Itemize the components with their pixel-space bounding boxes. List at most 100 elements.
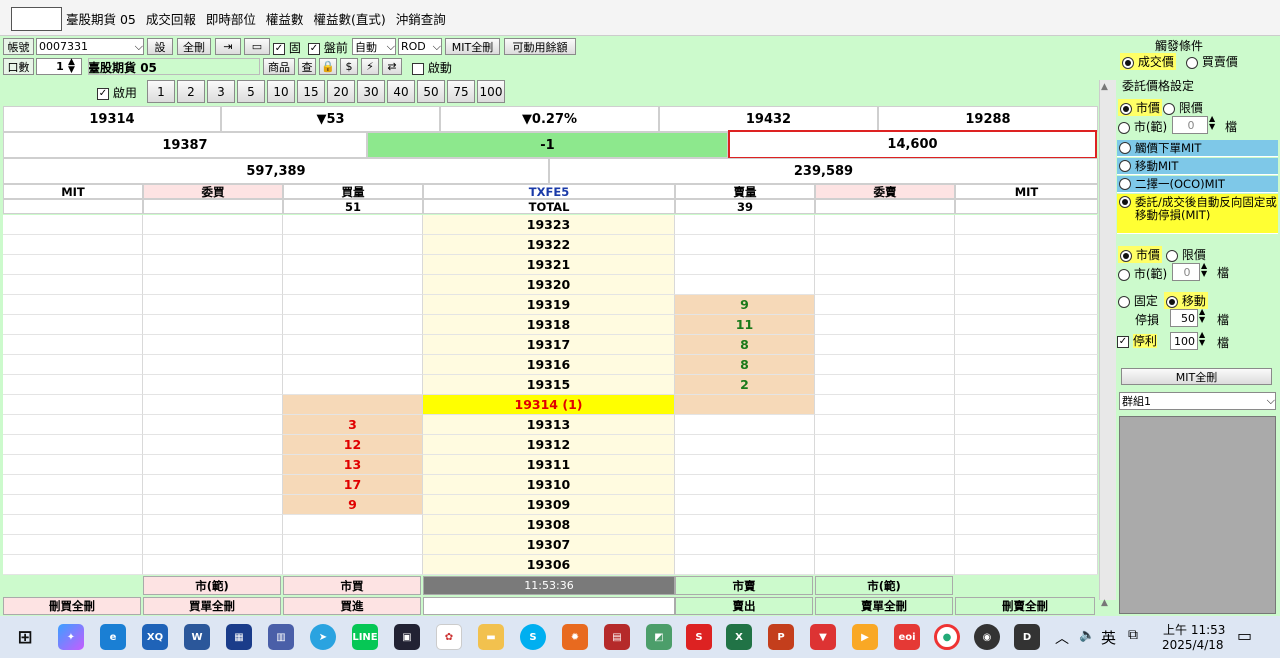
price2-market-radio[interactable] bbox=[1120, 249, 1132, 262]
ladder-scrollbar[interactable] bbox=[1099, 80, 1116, 600]
mit-trigger-option[interactable]: 觸價下單MIT bbox=[1117, 140, 1278, 157]
ladder-mit-sell-cell[interactable] bbox=[955, 215, 1098, 235]
trigger-last-price[interactable]: 成交價 bbox=[1120, 53, 1176, 70]
range-stepper-icon[interactable]: ▲ ▼ bbox=[1209, 115, 1215, 131]
scroll-up-icon[interactable]: ▲ bbox=[1101, 82, 1108, 92]
ladder-ask-order-cell[interactable] bbox=[815, 495, 955, 515]
ladder-bid-qty-cell[interactable]: 12 bbox=[283, 435, 423, 455]
menu-item[interactable]: 臺股期貨 05 bbox=[66, 9, 136, 28]
windows-start-icon[interactable]: ⊞ bbox=[12, 624, 38, 650]
pdf-icon[interactable]: ▼ bbox=[810, 624, 836, 650]
range2-stepper-icon[interactable]: ▲ ▼ bbox=[1201, 262, 1207, 278]
ladder-bid-qty-cell[interactable]: 13 bbox=[283, 455, 423, 475]
price2-market[interactable]: 市價 bbox=[1118, 246, 1162, 263]
ladder-ask-order-cell[interactable] bbox=[815, 255, 955, 275]
copilot-icon[interactable]: ✦ bbox=[58, 624, 84, 650]
tray-chevron-icon[interactable]: ︿ bbox=[1055, 628, 1069, 648]
trigger-bidask[interactable]: 買賣價 bbox=[1186, 53, 1238, 70]
ladder-bid-qty-cell[interactable] bbox=[283, 395, 423, 415]
trigger-last-price-radio[interactable] bbox=[1122, 56, 1134, 69]
ladder-mit-sell-cell[interactable] bbox=[955, 555, 1098, 575]
price-market-radio[interactable] bbox=[1120, 102, 1132, 115]
quick-lot-button[interactable]: 3 bbox=[207, 80, 235, 103]
flower-app-icon[interactable]: ✿ bbox=[436, 624, 462, 650]
take-profit-input[interactable]: 100 bbox=[1170, 332, 1198, 350]
obs-icon[interactable]: ◉ bbox=[974, 624, 1000, 650]
ladder-bid-qty-cell[interactable]: 9 bbox=[283, 495, 423, 515]
ladder-bid-order-cell[interactable] bbox=[143, 455, 283, 475]
price-limit-radio[interactable] bbox=[1163, 102, 1175, 115]
app-grid-icon[interactable]: ▦ bbox=[226, 624, 252, 650]
stop-fixed[interactable]: 固定 bbox=[1118, 292, 1158, 309]
menu-item[interactable]: 沖銷查詢 bbox=[396, 9, 446, 28]
stop-loss-input[interactable]: 50 bbox=[1170, 309, 1198, 327]
mit-oco-radio[interactable] bbox=[1119, 178, 1131, 190]
stop-fixed-radio[interactable] bbox=[1118, 295, 1130, 308]
broker-app-icon[interactable]: S bbox=[686, 624, 712, 650]
dollar-button[interactable]: $ bbox=[340, 58, 358, 75]
chrome-icon[interactable]: ● bbox=[934, 624, 960, 650]
ladder-mit-sell-cell[interactable] bbox=[955, 475, 1098, 495]
building-icon[interactable]: ▥ bbox=[268, 624, 294, 650]
ladder-mit-buy-cell[interactable] bbox=[3, 375, 143, 395]
available-margin-button[interactable]: 可動用餘額 bbox=[504, 38, 576, 55]
price-limit[interactable]: 限價 bbox=[1163, 99, 1203, 116]
start-toggle[interactable]: 啟動 bbox=[412, 59, 452, 76]
ladder-bid-qty-cell[interactable] bbox=[283, 355, 423, 375]
ladder-mit-buy-cell[interactable] bbox=[3, 275, 143, 295]
ladder-ask-qty-cell[interactable]: 8 bbox=[675, 355, 815, 375]
file-explorer-icon[interactable]: ▬ bbox=[478, 624, 504, 650]
ladder-bid-order-cell[interactable] bbox=[143, 555, 283, 575]
ladder-ask-order-cell[interactable] bbox=[815, 295, 955, 315]
take-profit-toggle[interactable]: ✓ 停利 bbox=[1117, 332, 1157, 349]
take-profit-stepper-icon[interactable]: ▲ ▼ bbox=[1199, 331, 1205, 347]
quick-lot-button[interactable]: 2 bbox=[177, 80, 205, 103]
lock-icon[interactable]: 🔒 bbox=[319, 58, 337, 75]
ladder-ask-qty-cell[interactable]: 2 bbox=[675, 375, 815, 395]
preopen-checkbox[interactable]: ✓ bbox=[308, 42, 320, 55]
ladder-bid-order-cell[interactable] bbox=[143, 295, 283, 315]
ladder-mit-buy-cell[interactable] bbox=[3, 455, 143, 475]
ladder-ask-qty-cell[interactable] bbox=[675, 495, 815, 515]
quick-lot-button[interactable]: 20 bbox=[327, 80, 355, 103]
rod-select[interactable]: ROD ⌵ bbox=[398, 38, 442, 55]
ladder-bid-qty-cell[interactable] bbox=[283, 275, 423, 295]
price2-range-radio[interactable] bbox=[1118, 268, 1130, 281]
ladder-mit-sell-cell[interactable] bbox=[955, 315, 1098, 335]
ladder-bid-qty-cell[interactable] bbox=[283, 215, 423, 235]
fixed-toggle[interactable]: ✓ 固 bbox=[273, 39, 301, 56]
group-select[interactable]: 群組1 ⌵ bbox=[1119, 392, 1276, 410]
ladder-bid-order-cell[interactable] bbox=[143, 275, 283, 295]
ladder-ask-order-cell[interactable] bbox=[815, 275, 955, 295]
speaker-icon[interactable]: 🔈 bbox=[1079, 628, 1095, 643]
swap-icon[interactable]: ⇄ bbox=[382, 58, 402, 75]
trading-app-icon[interactable]: ◩ bbox=[646, 624, 672, 650]
account-select[interactable]: 0007331 ⌵ bbox=[36, 38, 144, 55]
ladder-mit-buy-cell[interactable] bbox=[3, 515, 143, 535]
range-input[interactable]: 0 bbox=[1172, 116, 1208, 134]
ladder-mit-buy-cell[interactable] bbox=[3, 435, 143, 455]
lightning-icon[interactable]: ⚡ bbox=[361, 58, 379, 75]
ladder-bid-qty-cell[interactable] bbox=[283, 515, 423, 535]
ladder-bid-order-cell[interactable] bbox=[143, 475, 283, 495]
ladder-mit-sell-cell[interactable] bbox=[955, 515, 1098, 535]
ladder-ask-qty-cell[interactable] bbox=[675, 475, 815, 495]
ladder-bid-qty-cell[interactable]: 3 bbox=[283, 415, 423, 435]
mit-oco-option[interactable]: 二擇一(OCO)MIT bbox=[1117, 176, 1278, 193]
take-profit-checkbox[interactable]: ✓ bbox=[1117, 335, 1129, 348]
ladder-ask-qty-cell[interactable] bbox=[675, 555, 815, 575]
ladder-ask-qty-cell[interactable] bbox=[675, 215, 815, 235]
ladder-mit-buy-cell[interactable] bbox=[3, 535, 143, 555]
window-icon[interactable]: ▭ bbox=[244, 38, 270, 55]
lots-stepper-icon[interactable]: ▲ ▼ bbox=[68, 58, 75, 75]
ladder-ask-order-cell[interactable] bbox=[815, 535, 955, 555]
ladder-bid-order-cell[interactable] bbox=[143, 415, 283, 435]
ladder-ask-order-cell[interactable] bbox=[815, 335, 955, 355]
sell-range-market-button[interactable]: 市(範) bbox=[815, 576, 953, 595]
ladder-bid-order-cell[interactable] bbox=[143, 395, 283, 415]
ladder-mit-sell-cell[interactable] bbox=[955, 375, 1098, 395]
set-button[interactable]: 設 bbox=[147, 38, 173, 55]
ladder-ask-order-cell[interactable] bbox=[815, 475, 955, 495]
cancel-all-buy-button[interactable]: 買單全刪 bbox=[143, 597, 281, 615]
product-button[interactable]: 商品 bbox=[263, 58, 295, 75]
